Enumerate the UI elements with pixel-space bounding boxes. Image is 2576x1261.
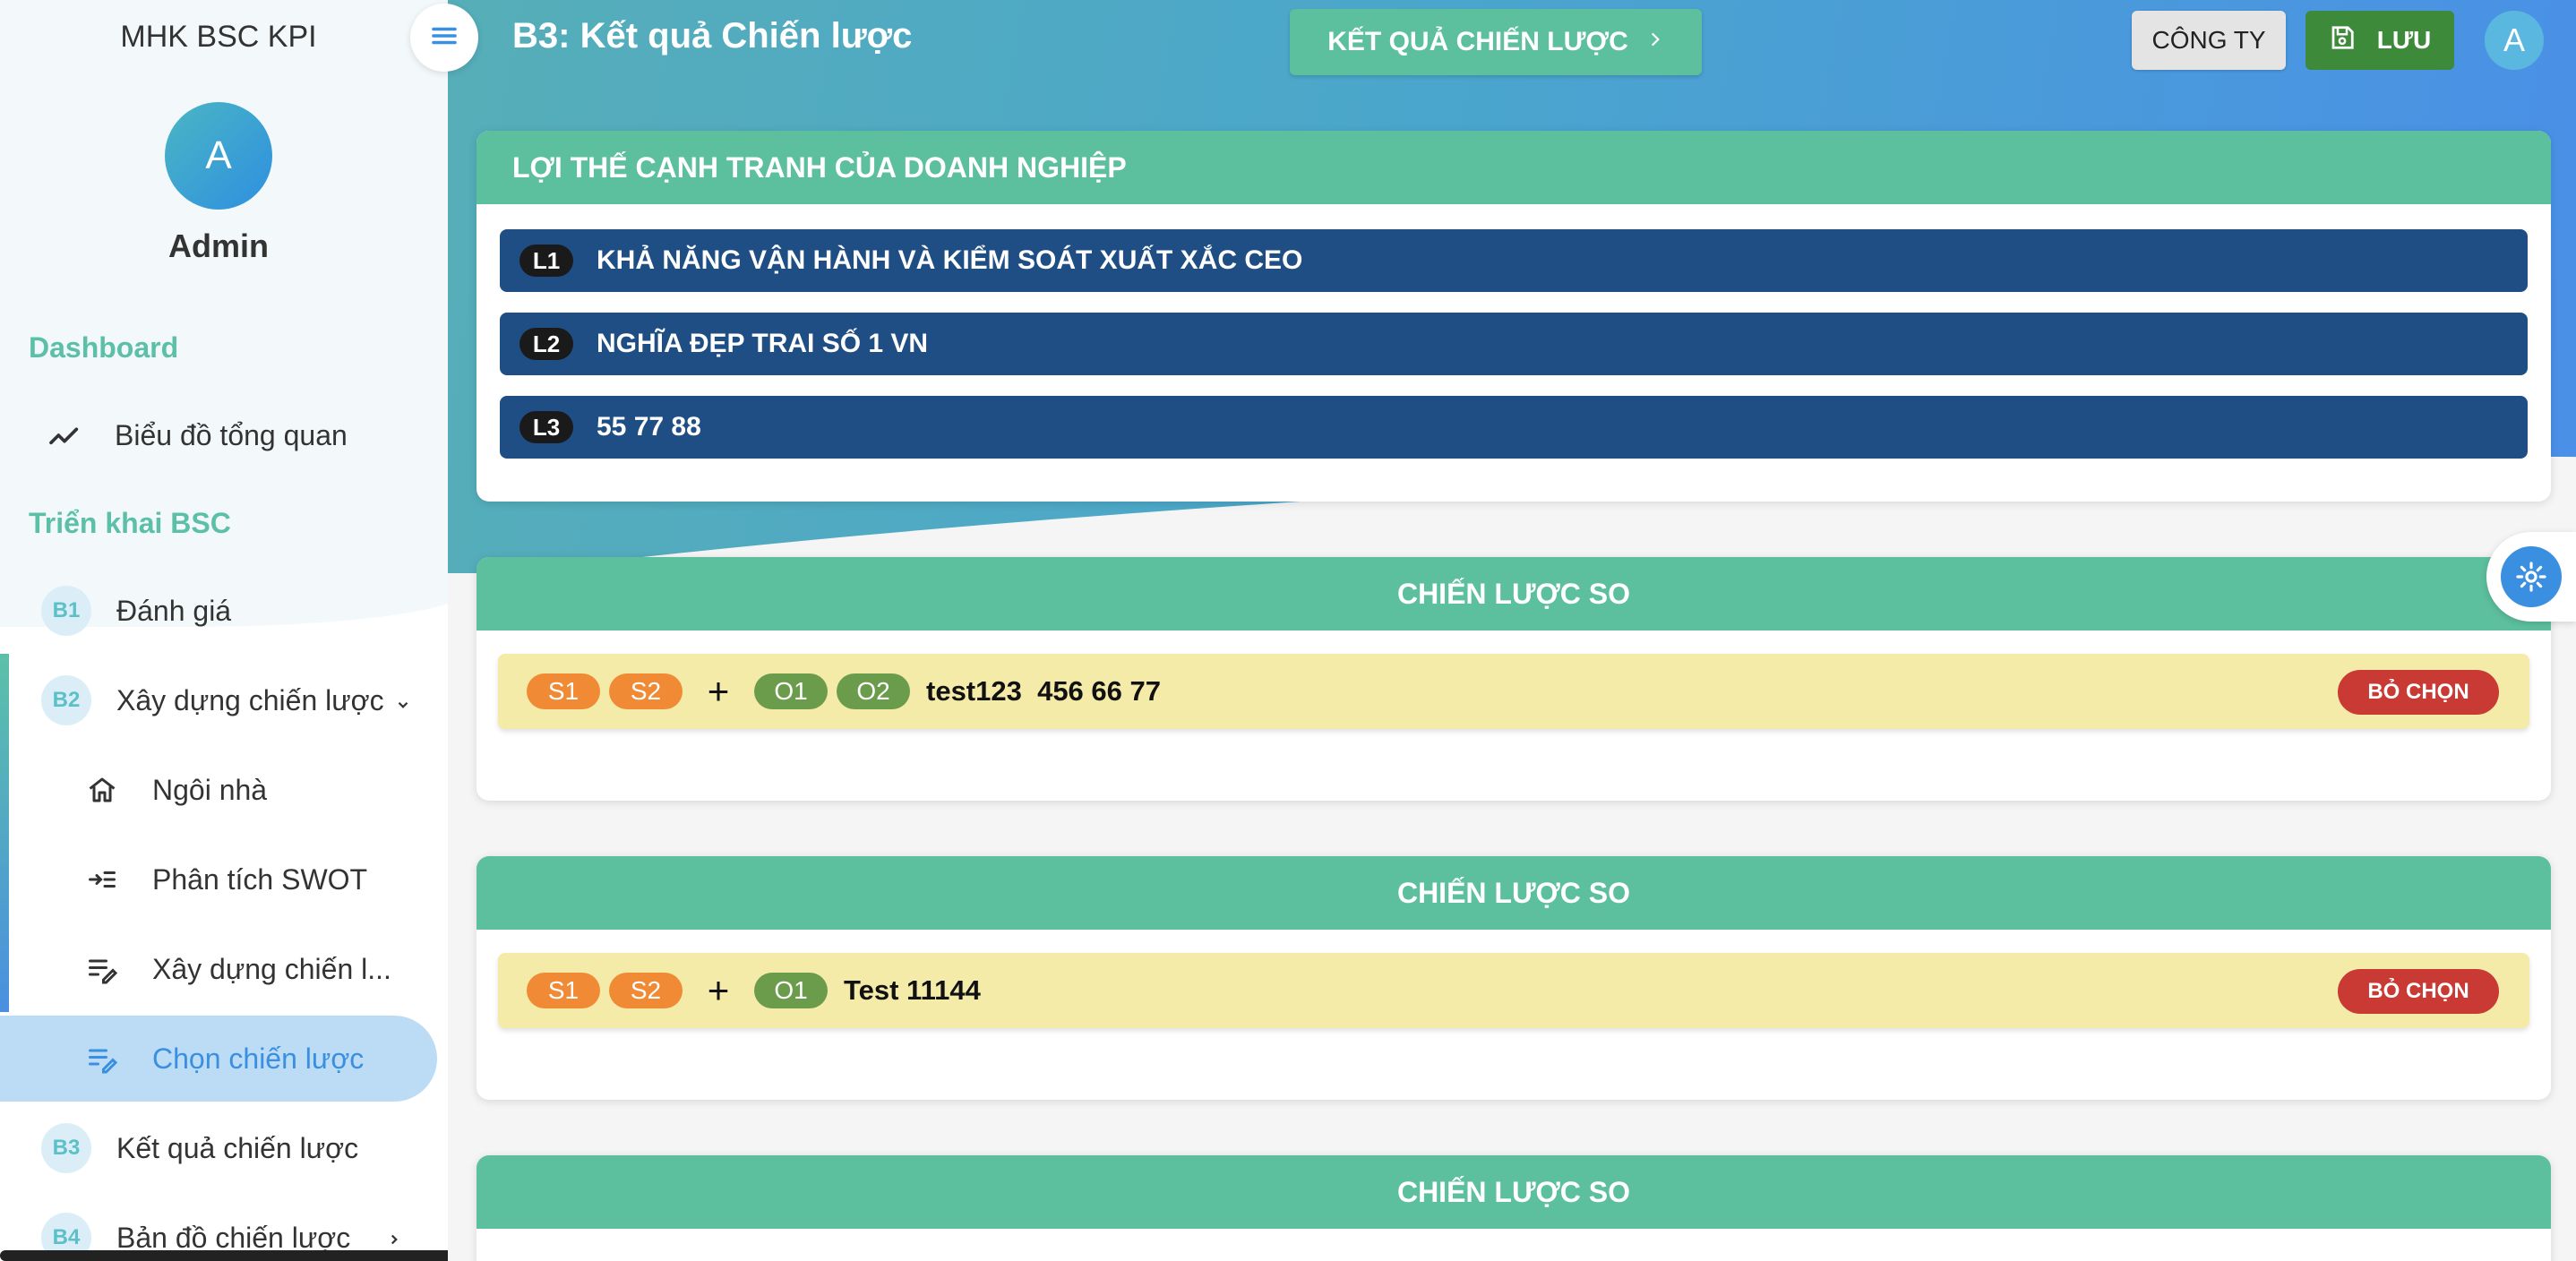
card-title: CHIẾN LƯỢC SO xyxy=(477,557,2551,630)
sidebar-item-b2[interactable]: B2 Xây dựng chiến lược xyxy=(0,661,437,740)
horizontal-scrollbar[interactable] xyxy=(0,1250,448,1261)
settings-button[interactable] xyxy=(2486,532,2576,622)
deselect-button[interactable]: BỎ CHỌN xyxy=(2338,670,2499,715)
chevron-right-icon xyxy=(1646,27,1664,57)
strategy-result-label: KẾT QUẢ CHIẾN LƯỢC xyxy=(1327,27,1628,56)
advantage-row: L1 KHẢ NĂNG VẬN HÀNH VÀ KIỂM SOÁT XUẤT X… xyxy=(500,229,2528,292)
plus-sign: + xyxy=(707,670,730,712)
sidebar-subitem-choose-strategy[interactable]: Chọn chiến lược xyxy=(0,1016,437,1102)
card-title: CHIẾN LƯỢC SO xyxy=(477,1155,2551,1229)
sidebar-item-label: Xây dựng chiến l... xyxy=(152,952,391,985)
card-title: CHIẾN LƯỢC SO xyxy=(477,856,2551,930)
sidebar-subitem-build-strategy[interactable]: Xây dựng chiến l... xyxy=(0,930,437,1008)
advantage-text: KHẢ NĂNG VẬN HÀNH VÀ KIỂM SOÁT XUẤT XẮC … xyxy=(597,245,1303,275)
strength-tag: S1 xyxy=(527,673,600,709)
strategy-card: CHIẾN LƯỢC SO S1 S2 + O1 Test 11144 BỎ C… xyxy=(477,856,2551,1100)
advantage-text: NGHĨA ĐẸP TRAI SỐ 1 VN xyxy=(597,329,929,358)
opportunity-tag: O2 xyxy=(837,673,910,709)
strategy-row: S1 S2 + O1 O2 test123 456 66 77 BỎ CHỌN xyxy=(498,654,2529,729)
opportunity-tag: O1 xyxy=(754,973,828,1008)
section-dashboard: Dashboard xyxy=(29,331,179,364)
gear-icon xyxy=(2501,546,2562,607)
edit-list-icon xyxy=(84,1041,120,1077)
sidebar-item-label: Chọn chiến lược xyxy=(152,1042,365,1075)
sidebar-item-overview-chart[interactable]: Biểu đồ tổng quan xyxy=(0,396,437,475)
edit-list-icon xyxy=(84,951,120,987)
step-badge: B2 xyxy=(41,675,91,725)
opportunity-tag: O1 xyxy=(754,673,828,709)
sidebar-item-label: Ngôi nhà xyxy=(152,773,268,806)
indent-icon xyxy=(84,862,120,897)
save-button[interactable]: LƯU xyxy=(2306,11,2454,70)
sidebar-item-b3[interactable]: B3 Kết quả chiến lược xyxy=(0,1109,437,1188)
step-badge: B3 xyxy=(41,1123,91,1173)
advantage-tag: L1 xyxy=(519,244,573,277)
section-bsc: Triển khai BSC xyxy=(29,507,231,539)
home-icon xyxy=(84,772,120,808)
strategy-card: CHIẾN LƯỢC SO xyxy=(477,1155,2551,1261)
sidebar-item-label: Bản đồ chiến lược xyxy=(116,1221,351,1254)
sidebar-item-label: Biểu đồ tổng quan xyxy=(115,418,348,451)
strength-tag: S2 xyxy=(609,973,683,1008)
sidebar-subitem-swot[interactable]: Phân tích SWOT xyxy=(0,840,437,919)
strategy-row: S1 S2 + O1 Test 11144 BỎ CHỌN xyxy=(498,953,2529,1028)
sidebar-item-label: Xây dựng chiến lược xyxy=(116,683,384,716)
save-label: LƯU xyxy=(2376,26,2432,54)
step-badge: B1 xyxy=(41,586,91,636)
user-avatar-small[interactable]: A xyxy=(2485,11,2544,70)
floppy-disk-icon xyxy=(2329,24,2356,57)
strategy-result-button[interactable]: KẾT QUẢ CHIẾN LƯỢC xyxy=(1290,9,1702,75)
advantage-text: 55 77 88 xyxy=(597,412,701,442)
sidebar-subitem-house[interactable]: Ngôi nhà xyxy=(0,751,437,829)
menu-toggle-button[interactable] xyxy=(410,4,478,72)
page-title: B3: Kết quả Chiến lược xyxy=(512,16,913,56)
hamburger-icon xyxy=(428,20,460,56)
chevron-down-icon xyxy=(395,687,411,720)
main-content: B3: Kết quả Chiến lược KẾT QUẢ CHIẾN LƯỢ… xyxy=(448,0,2576,1261)
advantage-row: L3 55 77 88 xyxy=(500,396,2528,459)
strategy-card: CHIẾN LƯỢC SO S1 S2 + O1 O2 test123 456 … xyxy=(477,557,2551,801)
trending-chart-icon xyxy=(47,417,82,453)
sidebar-item-label: Phân tích SWOT xyxy=(152,862,368,896)
plus-sign: + xyxy=(707,969,730,1011)
advantage-tag: L3 xyxy=(519,411,573,443)
strategy-text: Test 11144 xyxy=(844,974,981,1006)
strength-tag: S2 xyxy=(609,673,683,709)
chevron-right-icon xyxy=(386,1222,402,1255)
deselect-button[interactable]: BỎ CHỌN xyxy=(2338,969,2499,1014)
sidebar-item-b1[interactable]: B1 Đánh giá xyxy=(0,571,437,650)
card-title: LỢI THẾ CẠNH TRANH CỦA DOANH NGHIỆP xyxy=(477,131,2551,204)
sidebar-item-label: Đánh giá xyxy=(116,594,232,627)
company-button[interactable]: CÔNG TY xyxy=(2132,11,2286,70)
competitive-advantage-card: LỢI THẾ CẠNH TRANH CỦA DOANH NGHIỆP L1 K… xyxy=(477,131,2551,502)
user-name: Admin xyxy=(168,227,269,264)
user-avatar[interactable]: A xyxy=(165,102,272,210)
sidebar-item-label: Kết quả chiến lược xyxy=(116,1131,359,1164)
strategy-text: test123 456 66 77 xyxy=(926,675,1161,707)
app-brand: MHK BSC KPI xyxy=(120,20,317,54)
advantage-row: L2 NGHĨA ĐẸP TRAI SỐ 1 VN xyxy=(500,313,2528,375)
sidebar: MHK BSC KPI A Admin Dashboard Biểu đồ tổ… xyxy=(0,0,448,1261)
strength-tag: S1 xyxy=(527,973,600,1008)
advantage-tag: L2 xyxy=(519,328,573,360)
